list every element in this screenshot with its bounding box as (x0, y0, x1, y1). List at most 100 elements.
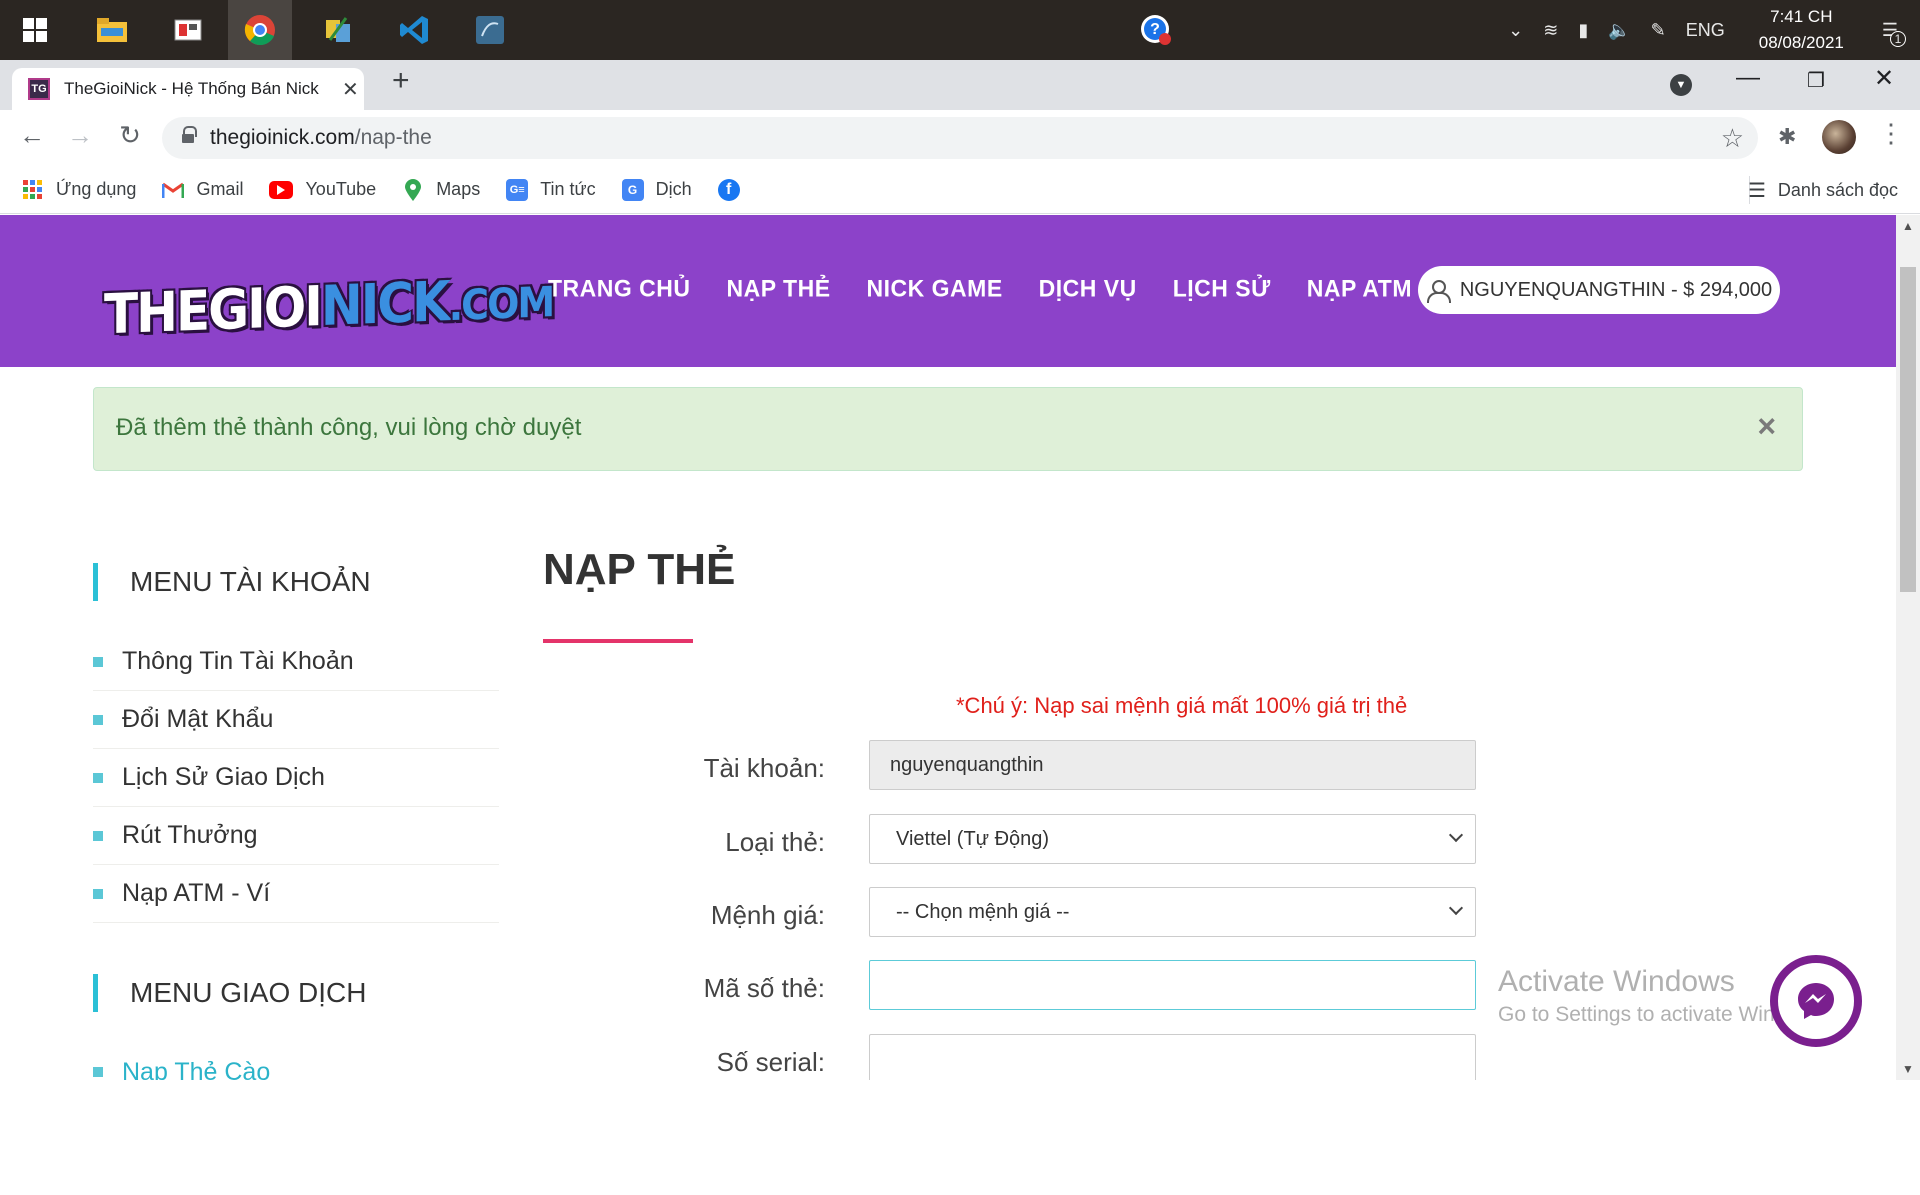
warning-note: *Chú ý: Nạp sai mệnh giá mất 100% giá tr… (956, 693, 1408, 718)
logo-text-3: .COM (448, 277, 554, 330)
chevron-down-icon (1448, 827, 1464, 843)
chevron-up-icon[interactable]: ⌄ (1508, 20, 1523, 41)
language-indicator[interactable]: ENG (1686, 20, 1725, 41)
url-host: thegioinick.com (210, 126, 355, 149)
card-type-select[interactable]: Viettel (Tự Động) (869, 814, 1476, 864)
sync-tool-icon[interactable] (306, 0, 370, 60)
back-arrow-icon[interactable]: ← (12, 120, 52, 151)
scroll-down-icon[interactable]: ▼ (1902, 1062, 1914, 1076)
mysql-workbench-icon[interactable] (458, 0, 522, 60)
transaction-menu-heading: MENU GIAO DỊCH (93, 974, 366, 1012)
notification-icon[interactable]: ☰ 1 (1882, 20, 1906, 47)
news-icon: G≡ (506, 178, 529, 201)
volume-icon[interactable]: 🔈 (1608, 20, 1630, 41)
alert-message: Đã thêm thẻ thành công, vui lòng chờ duy… (116, 414, 582, 441)
account-label: Tài khoản: (703, 753, 825, 783)
account-field: nguyenquangthin (869, 740, 1476, 790)
bookmark-star-icon[interactable]: ☆ (1721, 123, 1744, 154)
scroll-up-icon[interactable]: ▲ (1902, 219, 1914, 233)
file-explorer-icon[interactable] (80, 0, 144, 60)
bookmark-translate[interactable]: G Dịch (621, 178, 692, 201)
user-account-label: NGUYENQUANGTHIN - $ 294,000 (1459, 278, 1773, 301)
menu-item-label: Đổi Mật Khẩu (122, 705, 274, 733)
browser-tab[interactable]: TG TheGioiNick - Hệ Thống Bán Nick ✕ (12, 68, 364, 110)
user-account-button[interactable]: NGUYENQUANGTHIN - $ 294,000 (1418, 266, 1780, 314)
chrome-taskbar-icon[interactable] (228, 0, 292, 60)
gmail-icon (162, 179, 185, 201)
extensions-puzzle-icon[interactable]: ✱ (1778, 124, 1796, 150)
menu-item-label: Rút Thưởng (122, 821, 258, 849)
lock-icon[interactable] (182, 126, 197, 144)
bookmark-label: Dịch (655, 179, 692, 199)
menu-item-transaction-history[interactable]: Lịch Sử Giao Dịch (93, 749, 499, 807)
wifi-icon[interactable]: ≋ (1543, 20, 1558, 41)
bookmark-youtube[interactable]: YouTube (269, 179, 376, 200)
card-type-label: Loại thẻ: (725, 827, 825, 857)
nav-history[interactable]: LỊCH SỬ (1173, 274, 1271, 302)
svg-text:?: ? (1150, 21, 1160, 38)
denomination-select[interactable]: -- Chọn mệnh giá -- (869, 887, 1476, 937)
nav-top-up[interactable]: NẠP THẺ (727, 274, 831, 302)
card-type-value: Viettel (Tự Động) (896, 827, 1050, 850)
tab-close-icon[interactable]: ✕ (342, 77, 359, 102)
site-header: THEGIOINICK.COM TRANG CHỦ NẠP THẺ NICK G… (0, 215, 1896, 367)
page-scrollbar[interactable]: ▲ ▼ (1896, 215, 1920, 1080)
scrollbar-thumb[interactable] (1900, 267, 1916, 592)
address-bar[interactable]: thegioinick.com/nap-the ☆ (162, 117, 1758, 159)
square-bullet-icon (93, 1067, 103, 1077)
site-logo[interactable]: THEGIOINICK.COM (104, 265, 553, 346)
messenger-chat-icon[interactable] (1770, 955, 1862, 1047)
denomination-label: Mệnh giá: (710, 900, 825, 930)
menu-item-label: Thông Tin Tài Khoản (122, 647, 354, 675)
serial-input[interactable] (869, 1034, 1476, 1080)
bookmark-facebook[interactable]: f (717, 178, 752, 201)
bookmark-gmail[interactable]: Gmail (162, 179, 243, 201)
alert-close-icon[interactable]: × (1757, 408, 1776, 445)
account-menu-heading: MENU TÀI KHOẢN (93, 563, 371, 601)
menu-item-account-info[interactable]: Thông Tin Tài Khoản (93, 633, 499, 691)
card-code-input[interactable] (869, 960, 1476, 1010)
bookmark-apps[interactable]: Ứng dụng (22, 179, 136, 201)
close-window-icon[interactable]: ✕ (1850, 64, 1918, 93)
help-alert-icon[interactable]: ? (1124, 0, 1188, 60)
profile-avatar[interactable] (1822, 120, 1856, 154)
maps-pin-icon (402, 178, 424, 201)
url-text[interactable]: thegioinick.com/nap-the (210, 126, 432, 150)
menu-item-withdraw-reward[interactable]: Rút Thưởng (93, 807, 499, 865)
reading-list-label: Danh sách đọc (1777, 180, 1898, 200)
tab-search-icon[interactable]: ▼ (1670, 74, 1692, 96)
reading-list-icon: ☰ (1747, 180, 1766, 202)
menu-item-atm-wallet[interactable]: Nạp ATM - Ví (93, 865, 499, 923)
menu-item-scratch-card[interactable]: Nạp Thẻ Cào (93, 1043, 499, 1080)
forward-arrow-icon[interactable]: → (60, 120, 100, 151)
vscode-icon[interactable] (382, 0, 446, 60)
minimize-window-icon[interactable]: — (1714, 64, 1782, 92)
reading-list-button[interactable]: ☰ Danh sách đọc (1748, 178, 1898, 203)
square-bullet-icon (93, 830, 103, 841)
denomination-value: -- Chọn mệnh giá -- (896, 900, 1070, 923)
blank-area (0, 1080, 1920, 1195)
nav-nick-game[interactable]: NICK GAME (867, 274, 1003, 302)
clock[interactable]: 7:41 CH 08/08/2021 (1759, 4, 1844, 56)
logo-text-1: THEGIOI (104, 274, 321, 347)
battery-icon[interactable]: ▮ (1578, 20, 1588, 41)
nav-home[interactable]: TRANG CHỦ (548, 274, 691, 302)
page-title: NẠP THẺ (543, 545, 736, 594)
windows-start-icon[interactable] (3, 0, 67, 60)
reload-icon[interactable]: ↻ (110, 120, 150, 151)
bookmark-label: YouTube (305, 179, 377, 199)
menu-item-change-password[interactable]: Đổi Mật Khẩu (93, 691, 499, 749)
restore-window-icon[interactable]: ❐ (1782, 68, 1850, 93)
card-code-label: Mã số thẻ: (703, 973, 825, 1003)
pen-icon[interactable]: ✎ (1651, 20, 1666, 41)
snipping-tool-icon[interactable] (156, 0, 220, 60)
browser-menu-icon[interactable]: ⋮ (1878, 118, 1904, 149)
nav-services[interactable]: DỊCH VỤ (1039, 274, 1137, 302)
translate-icon: G (621, 178, 644, 201)
bookmark-news[interactable]: G≡ Tin tức (506, 178, 596, 201)
url-path: /nap-the (354, 126, 432, 149)
new-tab-button[interactable]: + (392, 66, 410, 96)
bookmark-label: Maps (436, 179, 481, 199)
bookmark-maps[interactable]: Maps (402, 178, 481, 201)
chevron-down-icon (1448, 900, 1464, 916)
